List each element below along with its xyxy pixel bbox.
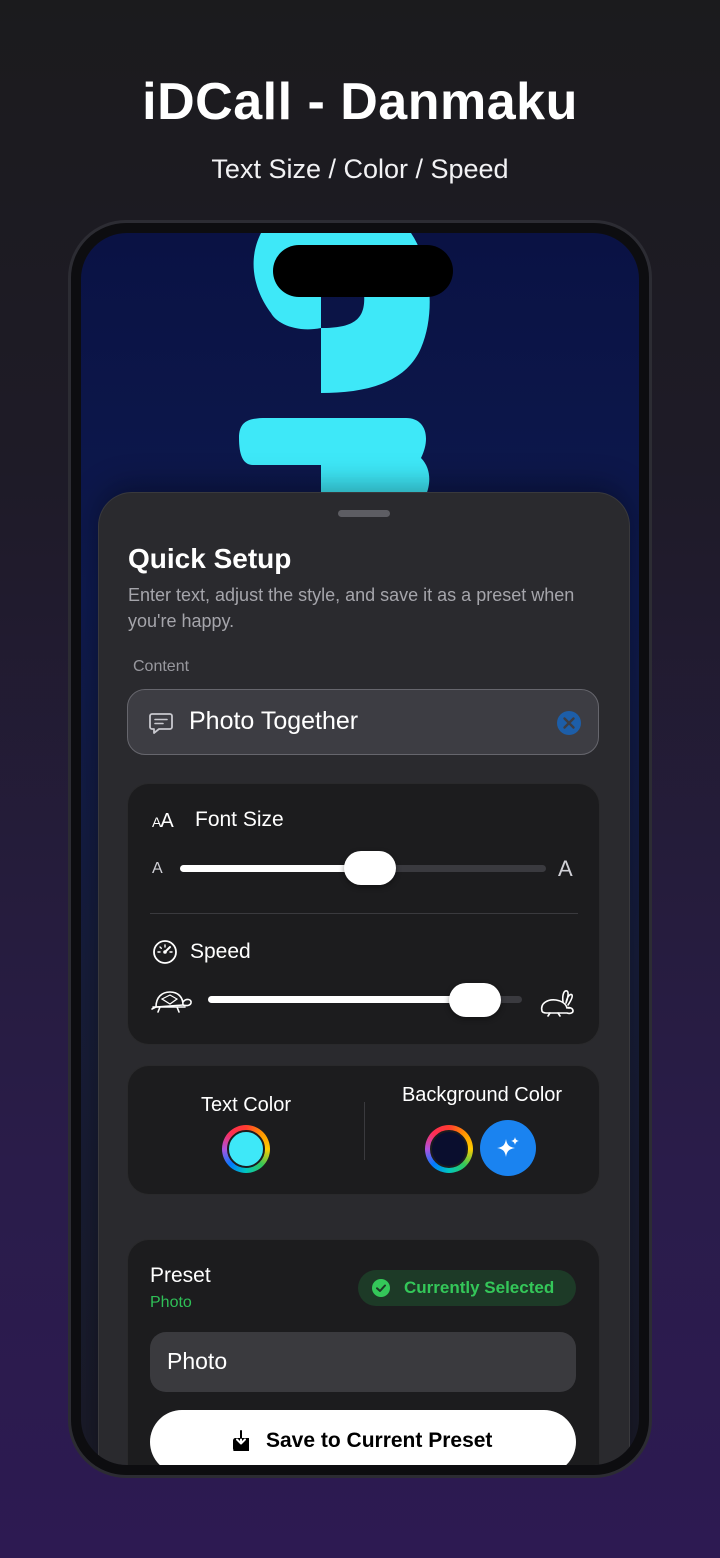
quick-setup-sheet: Quick Setup Enter text, adjust the style… xyxy=(98,492,630,1465)
font-size-slider-fill xyxy=(180,865,371,872)
preset-subtitle: Photo xyxy=(150,1294,192,1311)
sheet-grabber[interactable] xyxy=(338,510,390,517)
clear-x-icon[interactable] xyxy=(556,710,582,736)
save-preset-label: Save to Current Preset xyxy=(266,1429,493,1452)
background-color-label: Background Color xyxy=(401,1084,563,1106)
background-color-swatch[interactable] xyxy=(425,1125,473,1173)
font-size-label: Font Size xyxy=(195,808,284,831)
current-preset-badge-label: Currently Selected xyxy=(404,1278,555,1297)
phone-frame: Quick Setup Enter text, adjust the style… xyxy=(68,220,652,1478)
content-label: Content xyxy=(133,658,190,675)
promo-title: iDCall - Danmaku xyxy=(142,73,578,131)
font-size-min-label: A xyxy=(152,860,163,877)
content-input[interactable]: Photo Together xyxy=(127,689,599,755)
speed-slider-fill xyxy=(208,996,475,1003)
download-tray-icon xyxy=(233,1430,249,1451)
preset-title: Preset xyxy=(150,1264,211,1287)
font-size-icon: AA xyxy=(152,810,174,832)
colors-card: Text Color Background Color xyxy=(127,1065,600,1195)
preset-name-value: Photo xyxy=(167,1348,228,1374)
dynamic-island xyxy=(273,245,453,297)
promo-subtitle: Text Size / Color / Speed xyxy=(211,154,509,184)
colors-divider xyxy=(364,1102,365,1160)
sheet-title: Quick Setup xyxy=(128,543,292,574)
speed-label: Speed xyxy=(190,940,251,963)
preset-name-input[interactable]: Photo xyxy=(150,1332,576,1392)
speed-slider-thumb[interactable] xyxy=(448,983,501,1017)
rabbit-icon xyxy=(540,990,574,1017)
checkmark-circle-icon xyxy=(372,1279,390,1297)
save-preset-button[interactable]: Save to Current Preset xyxy=(150,1410,576,1465)
text-color-swatch[interactable] xyxy=(222,1125,270,1173)
preset-card: Preset Photo Currently Selected Photo Sa… xyxy=(127,1239,600,1465)
font-size-max-label: A xyxy=(558,856,573,881)
danmaku-glyph-bottom xyxy=(239,418,430,495)
content-input-value: Photo Together xyxy=(189,707,359,735)
text-color-fill xyxy=(227,1130,265,1168)
background-color-fill xyxy=(430,1130,468,1168)
speedometer-icon xyxy=(153,940,177,964)
font-size-slider-thumb[interactable] xyxy=(344,851,397,885)
text-color-label: Text Color xyxy=(200,1094,292,1116)
turtle-icon xyxy=(151,991,192,1013)
phone-screen: Quick Setup Enter text, adjust the style… xyxy=(81,233,639,1465)
slider-divider xyxy=(150,913,578,914)
message-bubble-icon xyxy=(149,713,173,734)
sparkles-icon xyxy=(497,1137,519,1157)
sheet-description: Enter text, adjust the style, and save i… xyxy=(128,585,575,631)
current-preset-badge: Currently Selected xyxy=(358,1270,576,1306)
size-speed-card: AA Font Size A A Speed xyxy=(127,783,600,1045)
auto-color-button[interactable] xyxy=(480,1120,536,1176)
